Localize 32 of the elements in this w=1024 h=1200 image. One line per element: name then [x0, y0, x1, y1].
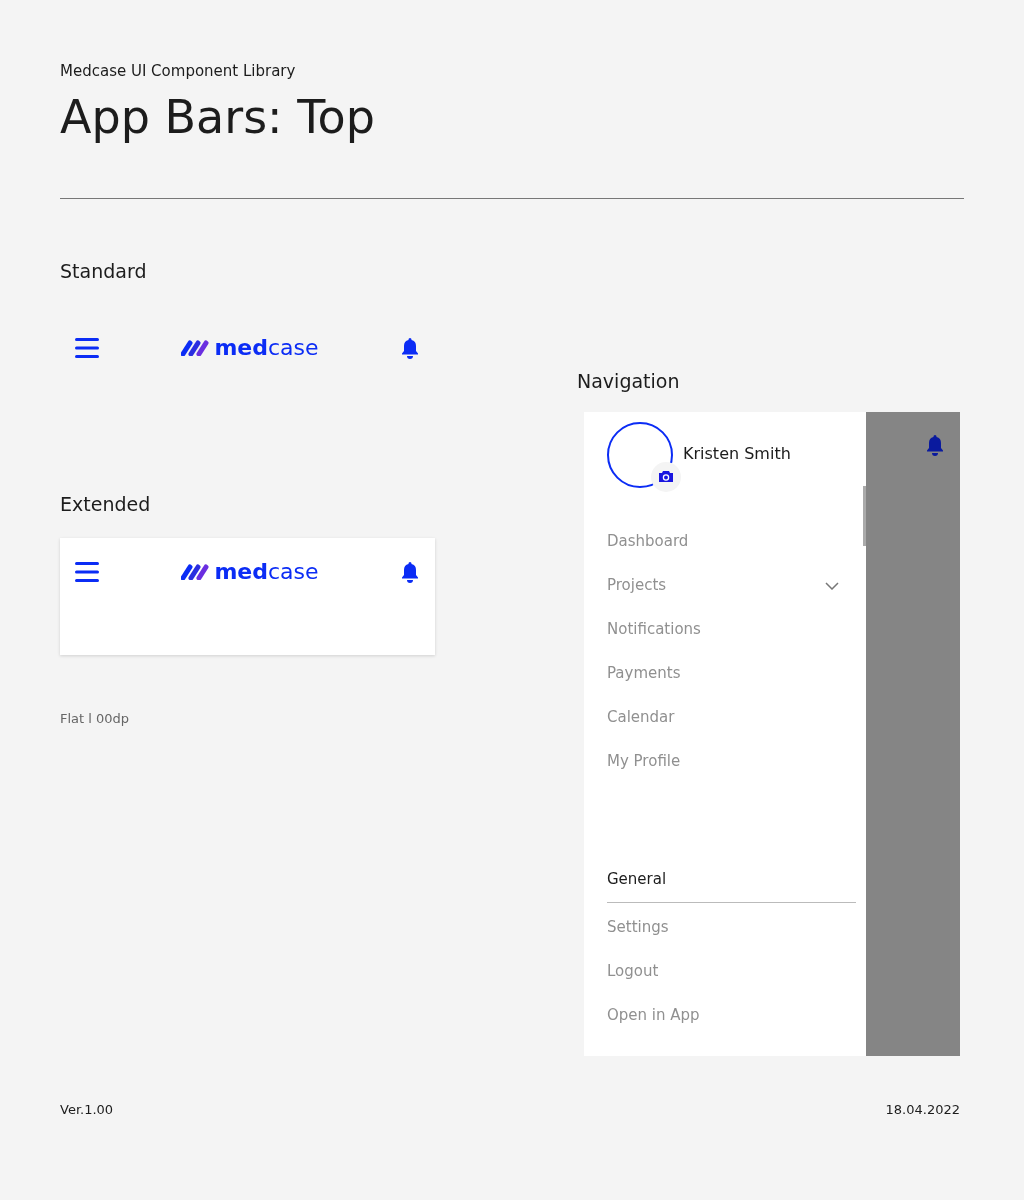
chevron-icon[interactable]: [825, 581, 839, 590]
logo-text: medcase: [214, 336, 319, 359]
logo-icon: [181, 564, 212, 580]
page-title: App Bars: Top: [60, 88, 376, 146]
version-label: Ver.1.00: [60, 1100, 114, 1119]
menu-icon[interactable]: [74, 561, 100, 583]
user-name: Kristen Smith: [683, 442, 791, 465]
section-heading: Extended: [60, 491, 152, 517]
section-heading: Standard: [60, 259, 148, 284]
camera-icon: [658, 470, 674, 483]
avatar[interactable]: [607, 421, 681, 492]
logo-icon: [181, 339, 212, 356]
bell-icon[interactable]: [400, 561, 420, 583]
elevation-caption: Flat l 00dp: [60, 710, 131, 728]
drawer-item[interactable]: Projects: [607, 563, 856, 608]
section-heading: Navigation: [577, 369, 681, 394]
date-label: 18.04.2022: [885, 1100, 960, 1119]
bell-icon[interactable]: [400, 336, 420, 359]
logo-text: medcase: [214, 561, 319, 583]
drawer-item[interactable]: Payments: [607, 651, 856, 696]
drawer-item[interactable]: Dashboard: [607, 519, 856, 564]
drawer-item[interactable]: Settings: [607, 905, 856, 949]
library-name: Medcase UI Component Library: [60, 61, 297, 82]
drawer-item[interactable]: My Profile: [607, 739, 856, 784]
scrollbar[interactable]: [863, 485, 866, 546]
section-label: General: [607, 867, 856, 903]
drawer-item[interactable]: Notifications: [607, 607, 856, 652]
drawer-item[interactable]: Calendar: [607, 695, 856, 740]
drawer-item[interactable]: Open in App: [607, 993, 856, 1037]
drawer-item[interactable]: Logout: [607, 949, 856, 993]
menu-icon[interactable]: [74, 336, 100, 359]
bell-icon[interactable]: [925, 433, 945, 456]
